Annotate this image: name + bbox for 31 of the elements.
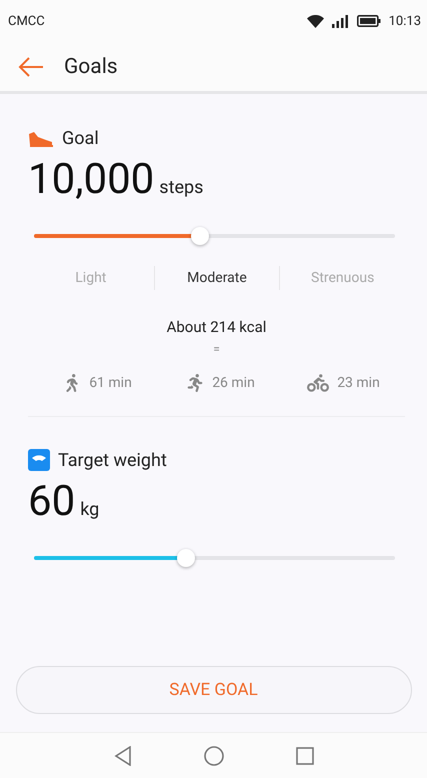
back-icon[interactable] [114,746,132,766]
intensity-option[interactable]: Strenuous [279,266,405,290]
slider-thumb[interactable] [176,549,195,567]
intensity-option[interactable]: Light [28,266,154,290]
running-icon [186,374,204,392]
slider-thumb[interactable] [191,227,210,245]
steps-unit: steps [159,177,204,198]
battery-icon [356,15,381,27]
back-arrow-icon[interactable] [18,56,44,76]
energy-estimate: About 214 kcal [166,318,266,336]
home-icon[interactable] [204,746,224,766]
steps-value: 10,000 [28,155,154,204]
clock-time: 10:13 [388,14,421,28]
scale-icon [28,449,50,471]
shoe-icon [28,130,54,146]
save-goal-button[interactable]: SAVE GOAL [16,666,412,714]
equals-sign: = [213,342,220,356]
target-weight-label: Target weight [58,450,167,470]
cycling-icon [307,372,330,394]
signal-icon [332,14,349,28]
recents-icon[interactable] [296,746,314,764]
intensity-option[interactable]: Moderate [154,266,280,290]
activity-duration: 61 min [89,375,132,391]
weight-value: 60 [28,477,76,526]
activity-duration: 26 min [212,375,255,391]
carrier-name: CMCC [8,14,45,28]
activity-duration: 23 min [337,375,380,391]
page-title: Goals [64,54,118,78]
wifi-icon [306,14,324,28]
goal-label: Goal [62,128,99,149]
weight-unit: kg [80,499,100,520]
